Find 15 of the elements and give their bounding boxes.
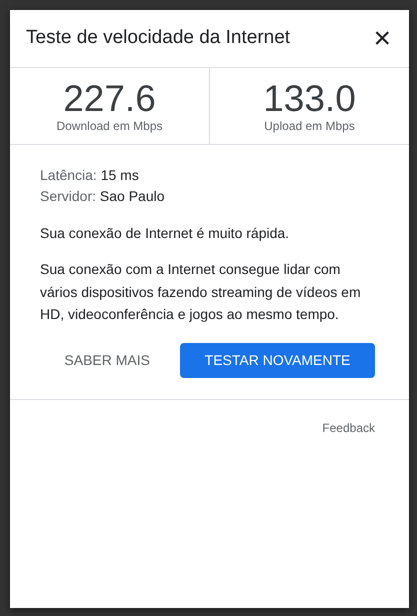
test-again-button[interactable]: TESTAR NOVAMENTE: [180, 342, 375, 378]
speed-label: Download em Mbps: [56, 118, 163, 135]
speed-label: Upload em Mbps: [264, 118, 355, 135]
feedback-link[interactable]: Feedback: [322, 418, 375, 436]
speed-value: 227.6: [63, 80, 156, 117]
dialog-title: Teste de velocidade da Internet: [26, 26, 290, 50]
learn-more-button[interactable]: SABER MAIS: [50, 342, 164, 378]
speed-summary: Sua conexão de Internet é muito rápida.: [40, 224, 290, 243]
close-button[interactable]: ×: [369, 24, 395, 54]
speed-value: 133.0: [263, 80, 356, 117]
description-text: Sua conexão com a Internet consegue lidar com vários dispositivos fazendo streaming de vídeos em HD, videoconferência e jogos ao mesmo tempo.: [40, 260, 362, 324]
detail-value: 15 ms: [100, 167, 139, 183]
detail-label: Servidor:: [40, 188, 96, 204]
detail-label: Latência:: [40, 167, 97, 183]
detail-value: Sao Paulo: [100, 188, 165, 204]
